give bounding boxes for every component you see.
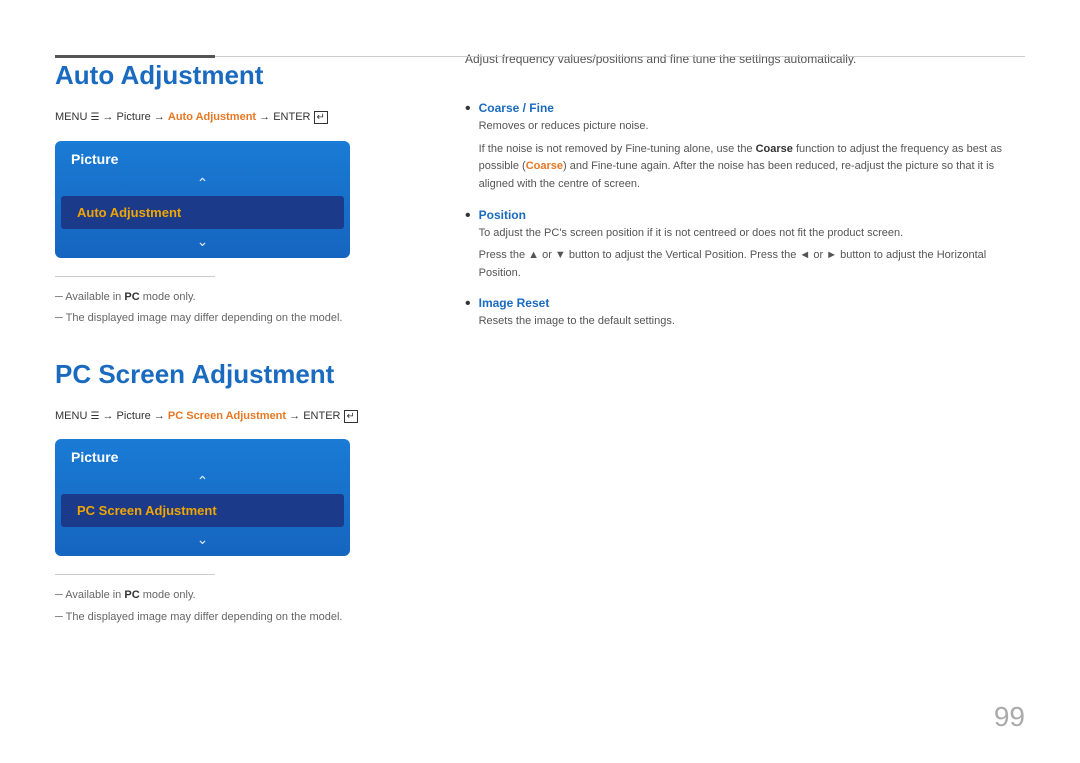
bullet-section: • Coarse / Fine Removes or reduces pictu… [465,101,1025,331]
menu-arrow2: → ENTER [256,111,313,123]
section-divider-1 [55,276,215,277]
divider-dark [55,55,215,58]
pc-picture-box: Picture ⌃ PC Screen Adjustment ⌄ [55,439,350,556]
auto-adjustment-title: Auto Adjustment [55,60,405,91]
auto-adjustment-intro: Adjust frequency values/positions and fi… [465,50,1025,69]
bullet-position: • Position To adjust the PC's screen pos… [465,208,1025,283]
left-column: Auto Adjustment MENU ☰ → Picture → Auto … [55,40,435,723]
pc-menu-prefix: MENU [55,410,90,422]
coarse-fine-body: Removes or reduces picture noise. [479,118,1025,136]
bullet-dot-2: • [465,207,471,225]
pc-enter-icon: ↵ [344,410,358,423]
bullet-dot-1: • [465,100,471,118]
divider-light [215,56,1025,57]
auto-adjustment-menu-path: MENU ☰ → Picture → Auto Adjustment → ENT… [55,109,405,127]
coarse-fine-title: Coarse / Fine [479,101,1025,115]
bullet-coarse-fine: • Coarse / Fine Removes or reduces pictu… [465,101,1025,193]
pc-note-2: ─ The displayed image may differ dependi… [55,609,405,626]
pc-note-1: ─ Available in PC mode only. [55,587,405,604]
bullet-content-1: Coarse / Fine Removes or reduces picture… [479,101,1025,193]
coarse-fine-detail: If the noise is not removed by Fine-tuni… [479,141,1025,194]
picture-box-header-2: Picture [55,439,350,471]
pc-menu-highlight: PC Screen Adjustment [168,410,286,422]
auto-adjustment-section: Auto Adjustment MENU ☰ → Picture → Auto … [55,60,405,327]
pc-screen-adjustment-section: PC Screen Adjustment MENU ☰ → Picture → … [55,359,405,626]
arrow-down-1: ⌄ [55,229,350,258]
section-divider-2 [55,574,215,575]
bullet-image-reset: • Image Reset Resets the image to the de… [465,296,1025,331]
position-body: To adjust the PC's screen position if it… [479,225,1025,243]
bullet-content-2: Position To adjust the PC's screen posit… [479,208,1025,283]
enter-icon: ↵ [314,111,328,124]
arrow-up-1: ⌃ [55,173,350,196]
right-column: Adjust frequency values/positions and fi… [435,40,1025,723]
bullet-dot-3: • [465,295,471,313]
position-title: Position [479,208,1025,222]
auto-adjustment-item: Auto Adjustment [61,196,344,229]
bullet-content-3: Image Reset Resets the image to the defa… [479,296,1025,331]
position-detail: Press the ▲ or ▼ button to adjust the Ve… [479,247,1025,282]
arrow-up-2: ⌃ [55,471,350,494]
picture-box-header-1: Picture [55,141,350,173]
auto-note-2: ─ The displayed image may differ dependi… [55,310,405,327]
pc-menu-arrow1: → Picture → [99,410,167,422]
pc-menu-arrow2: → ENTER [286,410,343,422]
image-reset-body: Resets the image to the default settings… [479,313,1025,331]
pc-screen-adjustment-item: PC Screen Adjustment [61,494,344,527]
auto-note-1: ─ Available in PC mode only. [55,289,405,306]
menu-highlight: Auto Adjustment [168,111,256,123]
pc-screen-adjustment-title: PC Screen Adjustment [55,359,405,390]
arrow-down-2: ⌄ [55,527,350,556]
image-reset-title: Image Reset [479,296,1025,310]
auto-adjustment-picture-box: Picture ⌃ Auto Adjustment ⌄ [55,141,350,258]
page-number: 99 [994,701,1025,733]
menu-prefix: MENU [55,111,90,123]
menu-arrow1: → Picture → [99,111,167,123]
pc-menu-path: MENU ☰ → Picture → PC Screen Adjustment … [55,408,405,426]
